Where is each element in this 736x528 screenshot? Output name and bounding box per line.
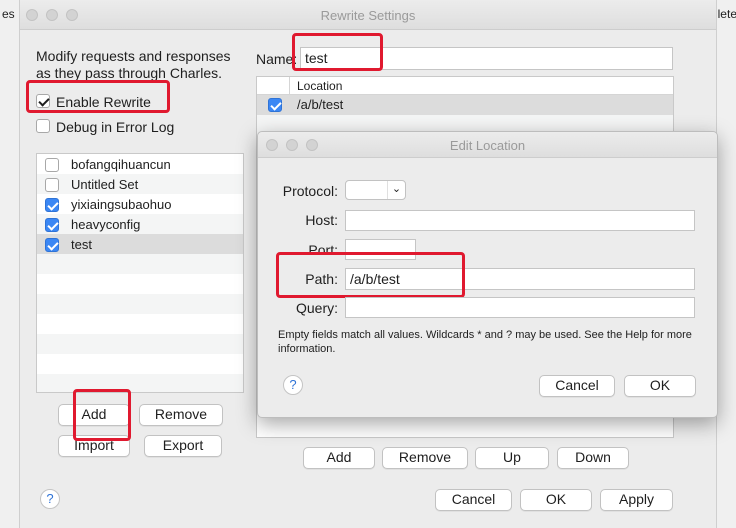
set-checkbox[interactable] [45, 218, 59, 232]
set-label[interactable]: Untitled Set [71, 177, 138, 192]
query-label: Query: [295, 300, 338, 316]
edit-location-dialog: Edit Location Protocol: ⌄ Host: Port: Pa… [257, 131, 718, 418]
window-titlebar: Rewrite Settings [20, 0, 716, 30]
chevron-down-icon: ⌄ [387, 181, 405, 199]
set-label[interactable]: yixiaingsubaohuo [71, 197, 171, 212]
set-label[interactable]: heavyconfig [71, 217, 140, 232]
list-stripe [37, 294, 243, 314]
add-location-button[interactable]: Add [303, 447, 375, 469]
apply-button[interactable]: Apply [600, 489, 673, 511]
query-field[interactable] [345, 297, 695, 318]
location-label[interactable]: /a/b/test [297, 97, 343, 112]
up-location-button[interactable]: Up [475, 447, 549, 469]
down-location-button[interactable]: Down [557, 447, 629, 469]
set-label[interactable]: test [71, 237, 92, 252]
column-divider [289, 77, 290, 95]
protocol-label: Protocol: [282, 183, 338, 199]
highlight-path-field [276, 252, 465, 298]
set-checkbox[interactable] [45, 158, 59, 172]
dialog-title: Edit Location [449, 138, 526, 153]
list-stripe [37, 254, 243, 274]
background-window-left: es [0, 0, 20, 528]
list-item[interactable]: heavyconfig [37, 215, 243, 235]
background-text-left: es [2, 7, 15, 21]
host-label: Host: [305, 212, 338, 228]
background-window-right: lete [716, 0, 736, 528]
set-checkbox[interactable] [45, 198, 59, 212]
cancel-button[interactable]: Cancel [435, 489, 512, 511]
description-line-1: Modify requests and responses [36, 48, 231, 64]
debug-log-label[interactable]: Debug in Error Log [56, 119, 174, 135]
hint-text-line-1: Empty fields match all values. Wildcards… [278, 329, 692, 341]
protocol-select[interactable]: ⌄ [345, 180, 406, 200]
location-column-header[interactable]: Location [297, 79, 342, 93]
list-item[interactable]: bofangqihuancun [37, 155, 243, 175]
dialog-help-button[interactable]: ? [283, 375, 303, 395]
dialog-cancel-button[interactable]: Cancel [539, 375, 615, 397]
remove-location-button[interactable]: Remove [382, 447, 468, 469]
export-set-button[interactable]: Export [144, 435, 222, 457]
highlight-name-field [292, 33, 383, 71]
help-button[interactable]: ? [40, 489, 60, 509]
highlight-add-button [73, 389, 131, 441]
description-line-2: as they pass through Charles. [36, 65, 222, 81]
set-checkbox[interactable] [45, 178, 59, 192]
ok-button[interactable]: OK [520, 489, 592, 511]
location-row[interactable]: /a/b/test [257, 95, 673, 115]
dialog-ok-button[interactable]: OK [624, 375, 696, 397]
list-item[interactable]: yixiaingsubaohuo [37, 195, 243, 215]
set-checkbox[interactable] [45, 238, 59, 252]
highlight-enable-rewrite [26, 80, 170, 113]
location-checkbox[interactable] [268, 98, 282, 112]
list-stripe [37, 334, 243, 354]
debug-log-check-icon[interactable] [36, 119, 50, 133]
dialog-titlebar: Edit Location [258, 132, 717, 158]
locations-table-header: Location [257, 77, 673, 95]
list-item[interactable]: Untitled Set [37, 175, 243, 195]
list-item[interactable]: test [37, 235, 243, 255]
set-label[interactable]: bofangqihuancun [71, 157, 171, 172]
host-field[interactable] [345, 210, 695, 231]
hint-text-line-2: information. [278, 343, 336, 355]
remove-set-button[interactable]: Remove [139, 404, 223, 426]
list-stripe [37, 374, 243, 392]
window-title: Rewrite Settings [320, 8, 416, 23]
rewrite-sets-list[interactable]: bofangqihuancun Untitled Set yixiaingsub… [36, 153, 244, 393]
